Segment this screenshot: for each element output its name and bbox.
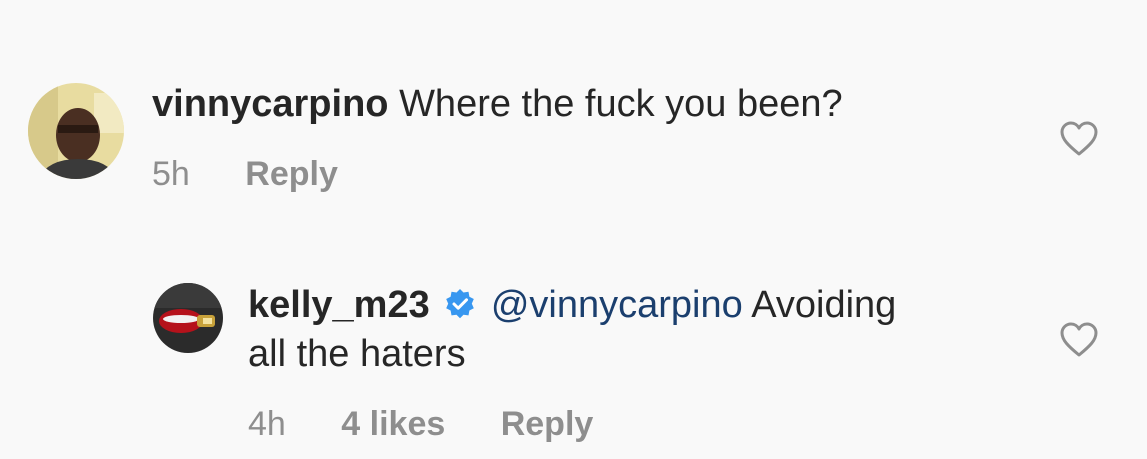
comment-meta: 5h Reply [152,155,338,194]
comment-username[interactable]: vinnycarpino [152,83,389,125]
comment-text-continued: all the haters [248,333,466,375]
heart-icon[interactable] [1060,121,1098,157]
reply-button[interactable]: Reply [245,155,338,193]
mention-link[interactable]: @vinnycarpino [491,284,743,326]
comment-time: 5h [152,155,190,193]
heart-icon[interactable] [1060,322,1098,358]
comment-text-line-2: all the haters [248,330,466,378]
comment-meta: 4h 4 likes Reply [248,405,593,444]
comment-text: Where the fuck you been? [399,83,843,125]
verified-badge-icon [446,288,475,319]
reply-button[interactable]: Reply [501,405,594,443]
avatar-image [28,83,124,179]
likes-count[interactable]: 4 likes [341,405,445,443]
comment-item: vinnycarpino Where the fuck you been? 5h… [0,0,1147,230]
avatar[interactable] [153,283,223,353]
comment-time: 4h [248,405,286,443]
reply-comment-item: kelly_m23 @vinnycarpino Avoiding all the… [0,230,1147,459]
avatar[interactable] [28,83,124,179]
comment-text-line: vinnycarpino Where the fuck you been? [152,80,843,128]
comment-text: Avoiding [751,284,897,326]
comment-text-line-1: kelly_m23 @vinnycarpino Avoiding [248,281,896,329]
avatar-image [153,283,223,353]
comment-username[interactable]: kelly_m23 [248,284,430,326]
